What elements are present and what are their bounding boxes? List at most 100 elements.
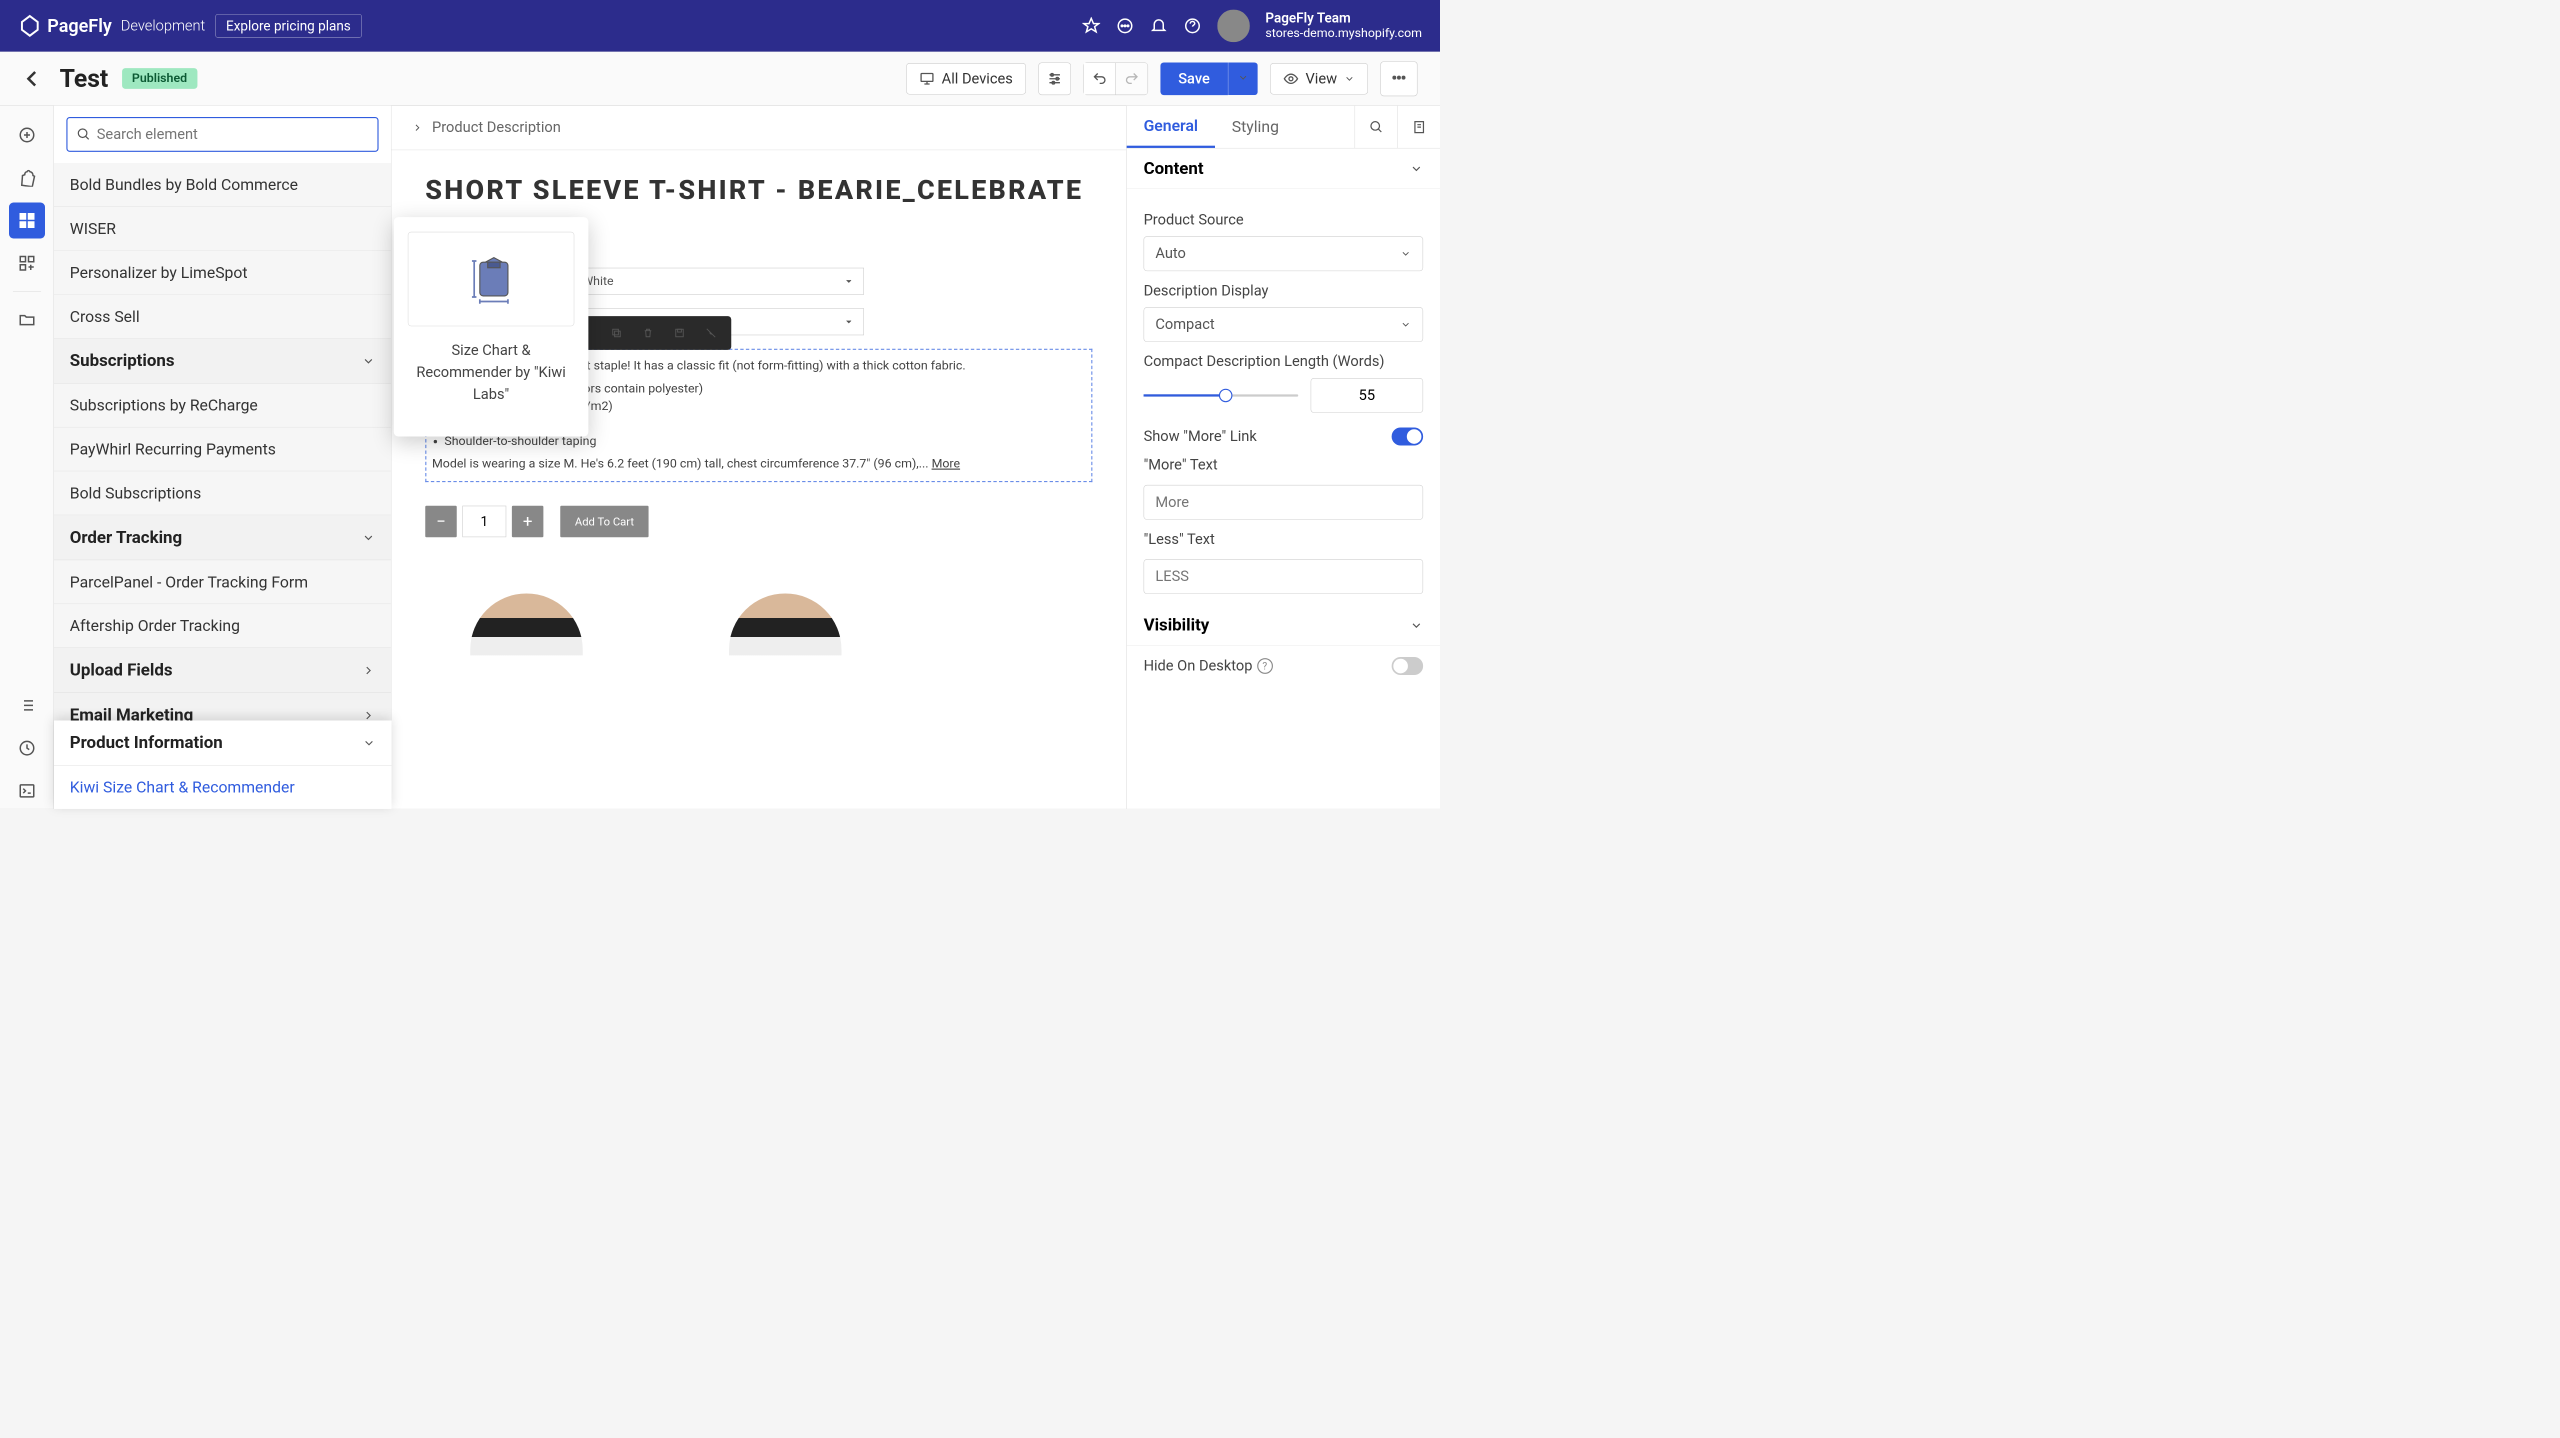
- devices-label: All Devices: [942, 70, 1013, 87]
- caret-down-icon: [844, 277, 853, 286]
- slider-thumb[interactable]: [1219, 389, 1233, 403]
- element-item[interactable]: Bold Subscriptions: [54, 471, 391, 515]
- more-text-input[interactable]: [1144, 485, 1424, 520]
- chat-icon[interactable]: [1116, 17, 1134, 35]
- rail-shopify-button[interactable]: [9, 160, 45, 196]
- qty-increase-button[interactable]: +: [512, 506, 544, 538]
- star-icon[interactable]: [1082, 17, 1100, 35]
- more-button[interactable]: [1380, 61, 1417, 96]
- toolbar-duplicate-button[interactable]: [601, 322, 633, 345]
- chevron-down-icon: [1344, 73, 1355, 84]
- grid-icon: [18, 212, 36, 230]
- back-arrow-icon[interactable]: [23, 68, 43, 88]
- product-model-image: [470, 594, 583, 656]
- rail-add-button[interactable]: [9, 117, 45, 153]
- compact-length-input[interactable]: [1311, 378, 1424, 413]
- element-item[interactable]: ParcelPanel - Order Tracking Form: [54, 560, 391, 604]
- element-floating-toolbar: [565, 316, 732, 350]
- element-item[interactable]: WISER: [54, 207, 391, 251]
- rail-outline-button[interactable]: [9, 687, 45, 723]
- settings-button[interactable]: [1038, 62, 1071, 95]
- undo-button[interactable]: [1084, 63, 1116, 95]
- grid-add-icon: [18, 254, 36, 272]
- description-display-select[interactable]: Compact: [1144, 307, 1424, 342]
- help-icon[interactable]: [1183, 17, 1201, 35]
- tab-styling[interactable]: Styling: [1215, 106, 1296, 148]
- element-item[interactable]: Bold Bundles by Bold Commerce: [54, 163, 391, 207]
- compact-length-slider[interactable]: [1144, 394, 1299, 396]
- element-item[interactable]: Subscriptions by ReCharge: [54, 384, 391, 428]
- bell-icon[interactable]: [1150, 17, 1168, 35]
- brand-sub: Development: [121, 17, 205, 34]
- pagefly-logo-icon: [18, 14, 42, 38]
- element-preview-card[interactable]: Size Chart & Recommender by "Kiwi Labs": [394, 217, 589, 436]
- chevron-down-icon: [1410, 618, 1424, 632]
- editor-toolbar: Test Published All Devices Save View: [0, 52, 1440, 106]
- brand-logo[interactable]: PageFly Development: [18, 14, 205, 38]
- category-subscriptions[interactable]: Subscriptions: [54, 339, 391, 384]
- explore-pricing-button[interactable]: Explore pricing plans: [215, 14, 361, 38]
- element-item-kiwi[interactable]: Kiwi Size Chart & Recommender: [54, 766, 392, 809]
- rail-history-button[interactable]: [9, 730, 45, 766]
- team-info[interactable]: PageFly Team stores-demo.myshopify.com: [1265, 10, 1422, 41]
- note-icon: [1412, 120, 1427, 135]
- toolbar-hide-button[interactable]: [695, 322, 727, 345]
- element-item[interactable]: PayWhirl Recurring Payments: [54, 428, 391, 472]
- save-dropdown-button[interactable]: [1228, 62, 1258, 95]
- devices-button[interactable]: All Devices: [906, 63, 1026, 95]
- chevron-right-icon: [412, 122, 423, 133]
- qty-decrease-button[interactable]: −: [425, 506, 457, 538]
- variant-color-select[interactable]: White: [572, 268, 865, 295]
- more-link[interactable]: More: [932, 457, 961, 471]
- product-title[interactable]: SHORT SLEEVE T-SHIRT - BEARIE_CELEBRATE: [425, 173, 1092, 208]
- hide-desktop-toggle[interactable]: [1392, 657, 1424, 675]
- element-preview-thumb: [408, 232, 575, 327]
- product-source-select[interactable]: Auto: [1144, 236, 1424, 271]
- rail-elements-button[interactable]: [9, 203, 45, 239]
- rail-code-button[interactable]: [9, 773, 45, 809]
- desktop-icon: [919, 71, 935, 87]
- section-visibility-header[interactable]: Visibility: [1127, 605, 1440, 646]
- chevron-down-icon: [362, 531, 376, 545]
- show-more-toggle[interactable]: [1392, 428, 1424, 446]
- properties-panel: General Styling Content Product Source A…: [1126, 106, 1440, 809]
- props-note-button[interactable]: [1397, 106, 1440, 148]
- product-model-image: [729, 594, 842, 656]
- element-item[interactable]: Cross Sell: [54, 295, 391, 339]
- chevron-down-icon: [362, 736, 376, 750]
- qty-input[interactable]: [462, 506, 506, 538]
- user-avatar[interactable]: [1217, 10, 1250, 43]
- section-content-header[interactable]: Content: [1127, 149, 1440, 190]
- add-to-cart-button[interactable]: Add To Cart: [560, 506, 648, 538]
- less-text-input[interactable]: [1144, 559, 1424, 594]
- rail-sections-button[interactable]: [9, 245, 45, 281]
- tab-general[interactable]: General: [1127, 106, 1215, 148]
- category-product-information[interactable]: Product Information: [54, 721, 392, 766]
- search-icon: [1369, 120, 1384, 135]
- view-button[interactable]: View: [1270, 63, 1368, 95]
- help-tooltip-icon[interactable]: ?: [1257, 658, 1273, 674]
- description-line: Model is wearing a size M. He's 6.2 feet…: [432, 456, 1086, 473]
- toolbar-save-button[interactable]: [664, 322, 696, 345]
- hide-desktop-label: Hide On Desktop ?: [1144, 658, 1273, 675]
- search-element-input[interactable]: [66, 117, 378, 152]
- toolbar-delete-button[interactable]: [632, 322, 664, 345]
- element-item[interactable]: Aftership Order Tracking: [54, 604, 391, 648]
- element-item[interactable]: Personalizer by LimeSpot: [54, 251, 391, 295]
- chevron-down-icon: [362, 354, 376, 368]
- category-order-tracking[interactable]: Order Tracking: [54, 515, 391, 560]
- chevron-down-icon: [1237, 72, 1248, 83]
- active-category-highlight: Product Information Kiwi Size Chart & Re…: [54, 721, 392, 809]
- redo-button[interactable]: [1116, 63, 1148, 95]
- chevron-down-icon: [1410, 162, 1424, 176]
- chevron-down-icon: [1400, 319, 1411, 330]
- save-button[interactable]: Save: [1160, 62, 1228, 95]
- rail-folder-button[interactable]: [9, 302, 45, 338]
- breadcrumb[interactable]: Product Description: [392, 106, 1127, 150]
- category-upload-fields[interactable]: Upload Fields: [54, 648, 391, 693]
- page-title: Test: [60, 64, 109, 93]
- show-more-label: Show "More" Link: [1144, 428, 1257, 445]
- folder-icon: [18, 311, 36, 329]
- props-search-button[interactable]: [1355, 106, 1398, 148]
- sliders-icon: [1047, 71, 1063, 87]
